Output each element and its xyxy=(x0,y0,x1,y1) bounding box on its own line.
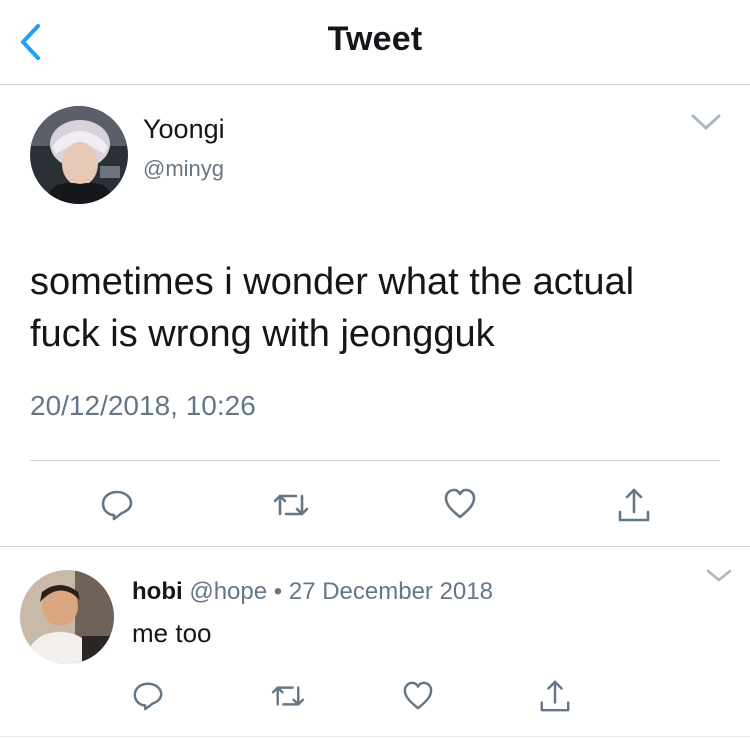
tweet-timestamp: 20/12/2018, 10:26 xyxy=(30,390,256,421)
share-icon xyxy=(618,488,650,522)
tweet-text-line: sometimes i wonder what the actual xyxy=(30,261,635,303)
like-button[interactable] xyxy=(443,488,477,520)
tweet-text-line: fuck is wrong with jeongguk xyxy=(30,313,495,355)
reply-button[interactable] xyxy=(100,488,134,522)
share-icon xyxy=(540,680,570,712)
page-title: Tweet xyxy=(327,20,423,58)
divider xyxy=(30,460,720,461)
reply-icon xyxy=(101,490,133,521)
like-icon xyxy=(403,681,433,710)
like-button[interactable] xyxy=(402,681,434,711)
reply-header: hobi @hope • 27 December 2018 xyxy=(132,578,493,606)
reply-author-handle[interactable]: @hope xyxy=(189,578,267,605)
retweet-icon xyxy=(271,686,305,706)
reply-options-button[interactable] xyxy=(704,566,734,586)
author-handle[interactable]: @minyg xyxy=(143,156,224,182)
like-icon xyxy=(444,488,476,519)
reply-icon xyxy=(133,682,163,711)
retweet-button[interactable] xyxy=(272,490,310,520)
reply-date: 27 December 2018 xyxy=(288,578,493,605)
nav-header: Tweet xyxy=(0,0,750,85)
author-name[interactable]: Yoongi xyxy=(143,114,225,145)
share-button[interactable] xyxy=(616,486,652,524)
avatar[interactable] xyxy=(20,570,114,664)
reply-author-name[interactable]: hobi xyxy=(132,578,183,605)
avatar[interactable] xyxy=(30,106,128,204)
divider xyxy=(0,736,750,737)
chevron-down-icon xyxy=(706,569,732,582)
reply-text: me too xyxy=(132,618,212,648)
chevron-down-icon xyxy=(691,114,721,130)
tweet-text: sometimes i wonder what the actual fuck … xyxy=(30,256,730,360)
retweet-icon xyxy=(273,494,309,516)
separator-dot: • xyxy=(273,578,283,605)
divider xyxy=(0,546,750,547)
share-button[interactable] xyxy=(538,678,572,714)
reply-button[interactable] xyxy=(132,680,164,712)
tweet-options-button[interactable] xyxy=(688,110,724,136)
retweet-button[interactable] xyxy=(270,682,306,710)
